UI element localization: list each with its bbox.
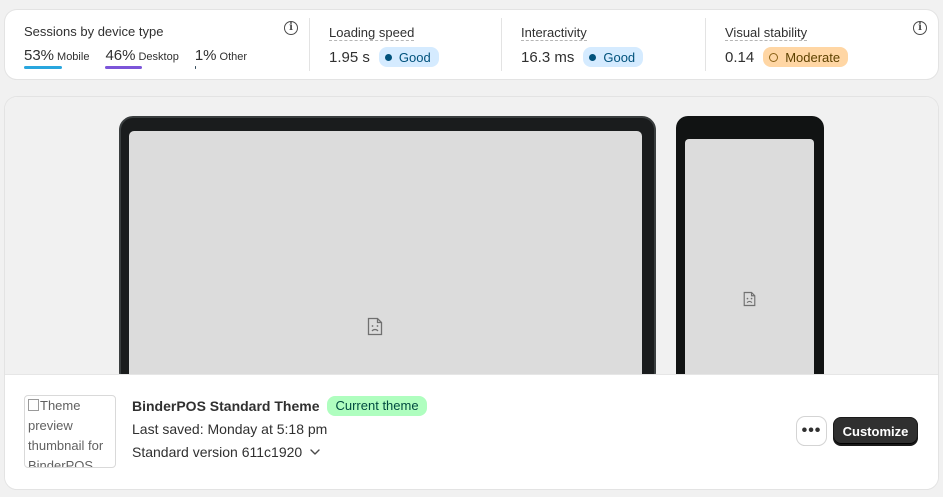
- status-badge-label: Moderate: [785, 49, 841, 65]
- theme-thumbnail-alt-text: Theme preview thumbnail for BinderPOS: [28, 398, 104, 468]
- theme-details-footer: Theme preview thumbnail for BinderPOS Bi…: [5, 374, 938, 489]
- share-mobile-label: Mobile: [57, 51, 90, 63]
- share-other-label: Other: [219, 51, 248, 63]
- moderate-status-icon: [769, 52, 779, 62]
- share-desktop-label: Desktop: [138, 51, 179, 63]
- last-saved-text: Last saved: Monday at 5:18 pm: [132, 421, 328, 437]
- ellipsis-icon: •••: [801, 422, 822, 439]
- interactivity-value: 16.3 ms: [521, 48, 575, 66]
- broken-image-icon: [28, 399, 39, 411]
- visual-stability-metric: Visual stability i 0.14 Moderate: [705, 10, 938, 79]
- share-desktop-pct: 46%: [105, 47, 136, 64]
- more-actions-button[interactable]: •••: [797, 417, 826, 445]
- share-mobile: 53% Mobile: [24, 47, 89, 69]
- theme-version-label: Standard version 611c1920: [132, 444, 303, 460]
- interactivity-metric: Interactivity 16.3 ms Good: [501, 10, 705, 79]
- share-mobile-pct: 53%: [24, 47, 55, 64]
- mobile-preview-screen[interactable]: [685, 139, 814, 374]
- share-desktop: 46% Desktop: [105, 47, 179, 69]
- status-badge: Moderate: [763, 47, 849, 67]
- status-badge-label: Good: [603, 49, 636, 65]
- desktop-preview-screen[interactable]: [129, 131, 642, 374]
- visual-stability-value: 0.14: [725, 48, 755, 66]
- loading-speed-value: 1.95 s: [329, 48, 370, 66]
- mobile-device-frame: [676, 116, 824, 374]
- good-status-icon: [384, 53, 392, 61]
- broken-image-icon: [367, 317, 383, 336]
- customize-button[interactable]: Customize: [833, 417, 918, 445]
- good-status-icon: [589, 53, 597, 61]
- loading-speed-title[interactable]: Loading speed: [329, 25, 415, 41]
- theme-preview-area: [5, 97, 938, 374]
- current-theme-badge: Current theme: [327, 396, 427, 416]
- share-other-bar: [194, 66, 196, 69]
- broken-image-icon: [743, 291, 756, 307]
- status-badge-label: Good: [398, 49, 431, 65]
- theme-version-dropdown[interactable]: Standard version 611c1920: [132, 444, 427, 460]
- share-other: 1% Other: [194, 47, 248, 69]
- share-desktop-bar: [105, 66, 143, 69]
- status-badge: Good: [583, 47, 644, 67]
- interactivity-values: 16.3 ms Good: [521, 47, 705, 67]
- chevron-down-icon: [310, 449, 320, 455]
- device-shares: 53% Mobile 46% Desktop 1% Other: [24, 47, 309, 69]
- web-performance-metrics-card: Sessions by device type i 53% Mobile 46% D…: [5, 10, 938, 79]
- desktop-device-frame: [119, 116, 656, 374]
- share-mobile-bar: [24, 66, 62, 69]
- interactivity-title[interactable]: Interactivity: [521, 25, 587, 41]
- theme-name: BinderPOS Standard Theme: [132, 398, 320, 414]
- visual-stability-values: 0.14 Moderate: [725, 47, 938, 67]
- current-theme-card: Theme preview thumbnail for BinderPOS Bi…: [5, 97, 938, 489]
- theme-thumbnail: Theme preview thumbnail for BinderPOS: [24, 395, 116, 468]
- info-icon[interactable]: i: [913, 21, 927, 35]
- theme-info: BinderPOS Standard Theme Current theme L…: [132, 396, 427, 460]
- visual-stability-title[interactable]: Visual stability: [725, 25, 808, 41]
- share-other-pct: 1%: [194, 47, 217, 64]
- sessions-title: Sessions by device type: [24, 24, 164, 39]
- status-badge: Good: [378, 47, 439, 67]
- loading-speed-metric: Loading speed 1.95 s Good: [309, 10, 501, 79]
- theme-name-row: BinderPOS Standard Theme Current theme: [132, 396, 427, 416]
- sessions-by-device-metric: Sessions by device type i 53% Mobile 46% D…: [5, 10, 309, 79]
- info-icon[interactable]: i: [284, 21, 298, 35]
- theme-thumbnail-alt: Theme preview thumbnail for BinderPOS: [28, 396, 115, 468]
- loading-speed-values: 1.95 s Good: [329, 47, 501, 67]
